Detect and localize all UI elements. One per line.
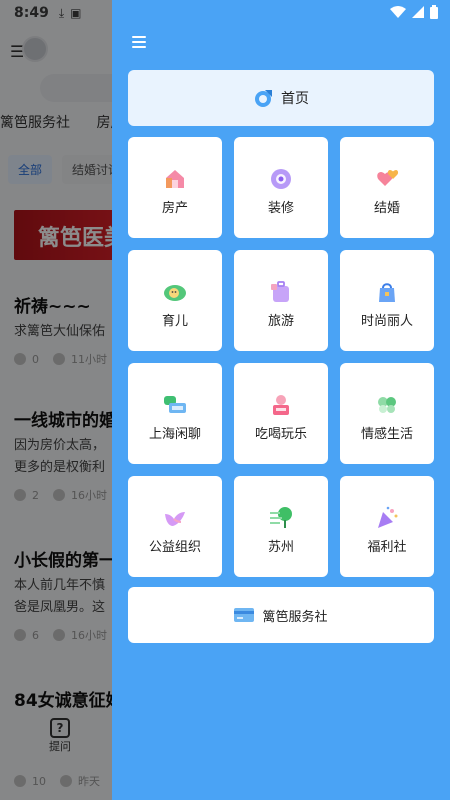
home-icon bbox=[255, 90, 272, 107]
category-label: 旅游 bbox=[267, 314, 294, 329]
category-label: 育儿 bbox=[161, 314, 188, 329]
tree-icon bbox=[270, 507, 292, 528]
category-label: 吃喝玩乐 bbox=[254, 427, 307, 442]
home-button[interactable]: 首页 bbox=[128, 70, 434, 126]
navigation-drawer: 首页 房产 装修 结婚 育儿 旅游 时尚丽人 上海闲聊 吃喝玩乐 情感生活 公益… bbox=[112, 0, 450, 800]
service-club-button[interactable]: 篱笆服务社 bbox=[128, 587, 434, 643]
status-bar: 8:49 ⤓ ▣ bbox=[0, 0, 450, 26]
category-house[interactable]: 房产 bbox=[128, 137, 222, 238]
dove-icon bbox=[165, 512, 185, 526]
service-label: 篱笆服务社 bbox=[262, 609, 328, 625]
category-label: 结婚 bbox=[373, 201, 400, 216]
baby-icon bbox=[164, 285, 186, 301]
house-icon bbox=[166, 170, 184, 188]
category-shanghai-chat[interactable]: 上海闲聊 bbox=[128, 363, 222, 464]
category-welfare[interactable]: 福利社 bbox=[340, 476, 434, 577]
category-wedding[interactable]: 结婚 bbox=[340, 137, 434, 238]
luggage-icon bbox=[271, 281, 289, 302]
status-icons-left: ⤓ ▣ bbox=[59, 6, 82, 21]
category-label: 情感生活 bbox=[360, 427, 413, 442]
category-label: 公益组织 bbox=[148, 540, 201, 555]
category-label: 时尚丽人 bbox=[360, 314, 413, 329]
shopping-bag-icon bbox=[379, 283, 395, 302]
category-renovation[interactable]: 装修 bbox=[234, 137, 328, 238]
party-popper-icon bbox=[378, 506, 398, 528]
category-label: 上海闲聊 bbox=[148, 427, 201, 442]
category-fashion[interactable]: 时尚丽人 bbox=[340, 250, 434, 351]
service-card-icon bbox=[234, 608, 255, 622]
drawer-menu-icon[interactable] bbox=[132, 36, 146, 50]
category-travel[interactable]: 旅游 bbox=[234, 250, 328, 351]
chat-sofa-icon bbox=[164, 396, 186, 413]
app-notification-icon: ▣ bbox=[70, 5, 82, 20]
category-label: 房产 bbox=[161, 201, 188, 216]
home-label: 首页 bbox=[281, 91, 309, 107]
food-icon bbox=[273, 395, 289, 415]
renovation-icon bbox=[271, 169, 291, 189]
category-label: 装修 bbox=[267, 201, 294, 216]
category-label: 苏州 bbox=[267, 540, 294, 555]
category-suzhou[interactable]: 苏州 bbox=[234, 476, 328, 577]
download-icon: ⤓ bbox=[58, 5, 65, 20]
category-emotional-life[interactable]: 情感生活 bbox=[340, 363, 434, 464]
status-time: 8:49 bbox=[14, 5, 49, 21]
hearts-icon bbox=[377, 170, 399, 186]
category-food-fun[interactable]: 吃喝玩乐 bbox=[234, 363, 328, 464]
clover-icon bbox=[378, 397, 396, 413]
category-parenting[interactable]: 育儿 bbox=[128, 250, 222, 351]
category-charity[interactable]: 公益组织 bbox=[128, 476, 222, 577]
category-label: 福利社 bbox=[367, 540, 407, 555]
